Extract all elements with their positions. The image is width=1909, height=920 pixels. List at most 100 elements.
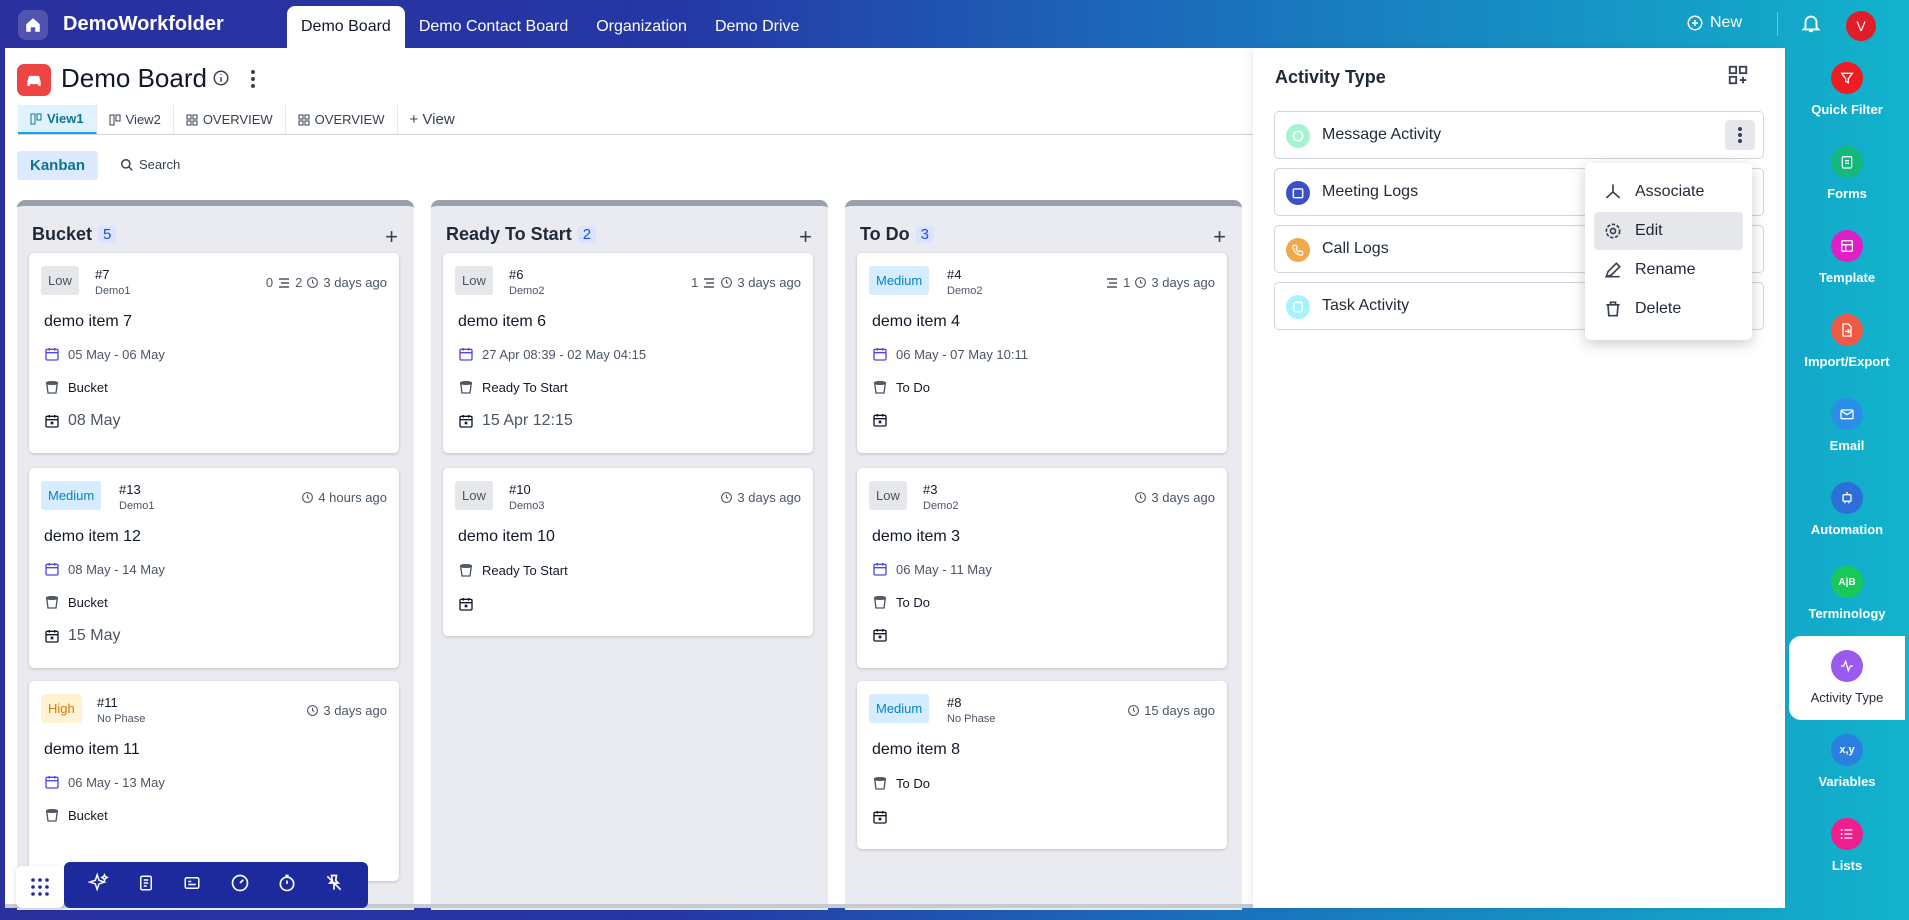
- new-button[interactable]: New: [1686, 14, 1742, 32]
- add-card-button[interactable]: +: [1213, 224, 1226, 250]
- card-due: [872, 809, 888, 825]
- card-status-label: Bucket: [68, 379, 108, 395]
- card-status-label: Bucket: [68, 594, 108, 610]
- kanban-card[interactable]: Low #6 Demo2 1 3 days ago demo item 6 27…: [443, 253, 813, 453]
- home-button[interactable]: [18, 10, 48, 40]
- clock-icon: [302, 492, 314, 503]
- kebab-icon: [1738, 127, 1742, 143]
- sidebar-item-quick-filter[interactable]: Quick Filter: [1785, 48, 1909, 132]
- add-widget-button[interactable]: [1727, 64, 1749, 91]
- sidebar-item-activity-type[interactable]: Activity Type: [1789, 636, 1905, 720]
- clock-icon: [721, 492, 733, 503]
- view-tab-view1[interactable]: View1: [18, 105, 97, 134]
- bucket-icon: [873, 777, 887, 790]
- activity-label: Call Logs: [1322, 240, 1389, 257]
- nav-tab-demo-drive[interactable]: Demo Drive: [701, 6, 813, 48]
- card-date-range: 06 May - 07 May 10:11: [896, 346, 1028, 362]
- panel-title: Activity Type: [1275, 67, 1386, 87]
- robot-icon: [1831, 482, 1863, 514]
- dashboard-gauge-button[interactable]: [230, 873, 250, 898]
- activity-label: Task Activity: [1322, 297, 1410, 314]
- add-card-button[interactable]: +: [799, 224, 812, 250]
- page-title: Demo Board: [61, 63, 207, 93]
- search-icon: [121, 158, 133, 171]
- card-due: [872, 412, 888, 428]
- sidebar-item-label: Lists: [1831, 858, 1863, 873]
- kanban-card[interactable]: Medium #4 Demo2 1 3 days ago demo item 4…: [857, 253, 1227, 453]
- nav-tab-demo-board[interactable]: Demo Board: [287, 6, 405, 48]
- card-status: Bucket: [44, 594, 108, 610]
- card-title: demo item 3: [872, 528, 961, 545]
- add-view-button[interactable]: + View: [398, 105, 467, 134]
- sidebar-item-template[interactable]: Template: [1785, 216, 1909, 300]
- calendar-icon: [459, 348, 473, 361]
- card-title: demo item 7: [44, 313, 133, 330]
- contact-card-button[interactable]: [182, 874, 202, 897]
- clock-icon: [1128, 705, 1140, 716]
- sidebar-item-lists[interactable]: Lists: [1785, 804, 1909, 888]
- filter-icon: [1831, 62, 1863, 94]
- notes-button[interactable]: [137, 874, 155, 897]
- activity-more-button[interactable]: [1725, 120, 1755, 150]
- ai-sparkle-button[interactable]: [87, 871, 110, 899]
- apps-launcher-button[interactable]: [16, 866, 64, 908]
- sidebar-item-terminology[interactable]: A|B Terminology: [1785, 552, 1909, 636]
- info-icon: [213, 70, 229, 86]
- card-time: 3 days ago: [737, 275, 801, 290]
- sidebar-item-email[interactable]: Email: [1785, 384, 1909, 468]
- nav-tab-demo-contact-board[interactable]: Demo Contact Board: [405, 6, 582, 48]
- menu-item-rename[interactable]: Rename: [1594, 251, 1743, 289]
- kanban-card[interactable]: Medium #8 No Phase 15 days ago demo item…: [857, 681, 1227, 849]
- card-status: To Do: [872, 379, 930, 395]
- kanban-card[interactable]: Medium #13 Demo1 4 hours ago demo item 1…: [29, 468, 399, 668]
- search-button[interactable]: Search: [120, 157, 180, 172]
- kanban-card[interactable]: Low #10 Demo3 3 days ago demo item 10 Re…: [443, 468, 813, 636]
- view-tab-view2[interactable]: View2: [97, 105, 174, 134]
- timer-button[interactable]: [277, 873, 297, 898]
- card-meta: 0 2 3 days ago: [266, 275, 387, 290]
- kanban-card[interactable]: High #11 No Phase 3 days ago demo item 1…: [29, 681, 399, 881]
- board-more-button[interactable]: [250, 69, 256, 94]
- kanban-card[interactable]: Low #3 Demo2 3 days ago demo item 3 06 M…: [857, 468, 1227, 668]
- menu-item-delete[interactable]: Delete: [1594, 290, 1743, 328]
- info-button[interactable]: [212, 69, 230, 92]
- add-card-button[interactable]: +: [385, 224, 398, 250]
- calendar-icon: [45, 776, 59, 789]
- car-icon: [27, 75, 41, 86]
- main-nav: Demo Board Demo Contact Board Organizati…: [287, 6, 813, 48]
- card-title: demo item 10: [458, 528, 555, 545]
- document-icon: [139, 875, 152, 890]
- sidebar-item-import-export[interactable]: Import/Export: [1785, 300, 1909, 384]
- sidebar-item-label: Quick Filter: [1811, 102, 1883, 117]
- sidebar-item-forms[interactable]: Forms: [1785, 132, 1909, 216]
- menu-item-associate[interactable]: Associate: [1594, 173, 1743, 211]
- gauge-icon: [231, 874, 248, 891]
- unpin-button[interactable]: [324, 873, 344, 898]
- view-tab-overview-1[interactable]: OVERVIEW: [174, 105, 286, 134]
- card-meta: 3 days ago: [720, 490, 801, 505]
- sidebar-item-automation[interactable]: Automation: [1785, 468, 1909, 552]
- sidebar-item-variables[interactable]: x,y Variables: [1785, 720, 1909, 804]
- priority-tag: Medium: [869, 694, 930, 723]
- activity-item-message[interactable]: Message Activity: [1274, 111, 1764, 159]
- card-id: #4: [947, 267, 962, 282]
- column-header: To Do 3: [860, 224, 934, 245]
- nav-tab-organization[interactable]: Organization: [582, 6, 701, 48]
- user-avatar[interactable]: V: [1846, 11, 1876, 41]
- card-id: #13: [119, 482, 141, 497]
- clock-icon: [307, 705, 319, 716]
- view-tab-overview-2[interactable]: OVERVIEW: [286, 105, 398, 134]
- calendar-icon: [873, 563, 887, 576]
- kanban-card[interactable]: Low #7 Demo1 0 2 3 days ago demo item 7 …: [29, 253, 399, 453]
- card-date-range: 27 Apr 08:39 - 02 May 04:15: [482, 346, 647, 362]
- kanban-button[interactable]: Kanban: [17, 151, 99, 180]
- card-status-label: Ready To Start: [482, 379, 568, 395]
- menu-item-label: Rename: [1635, 261, 1696, 278]
- phone-icon: [1286, 238, 1310, 262]
- notifications-button[interactable]: [1800, 12, 1822, 39]
- top-divider: [1777, 12, 1778, 36]
- card-meta: 1 3 days ago: [691, 275, 801, 290]
- card-meta: 15 days ago: [1127, 703, 1215, 718]
- card-phase: No Phase: [97, 713, 146, 725]
- menu-item-edit[interactable]: Edit: [1594, 212, 1743, 250]
